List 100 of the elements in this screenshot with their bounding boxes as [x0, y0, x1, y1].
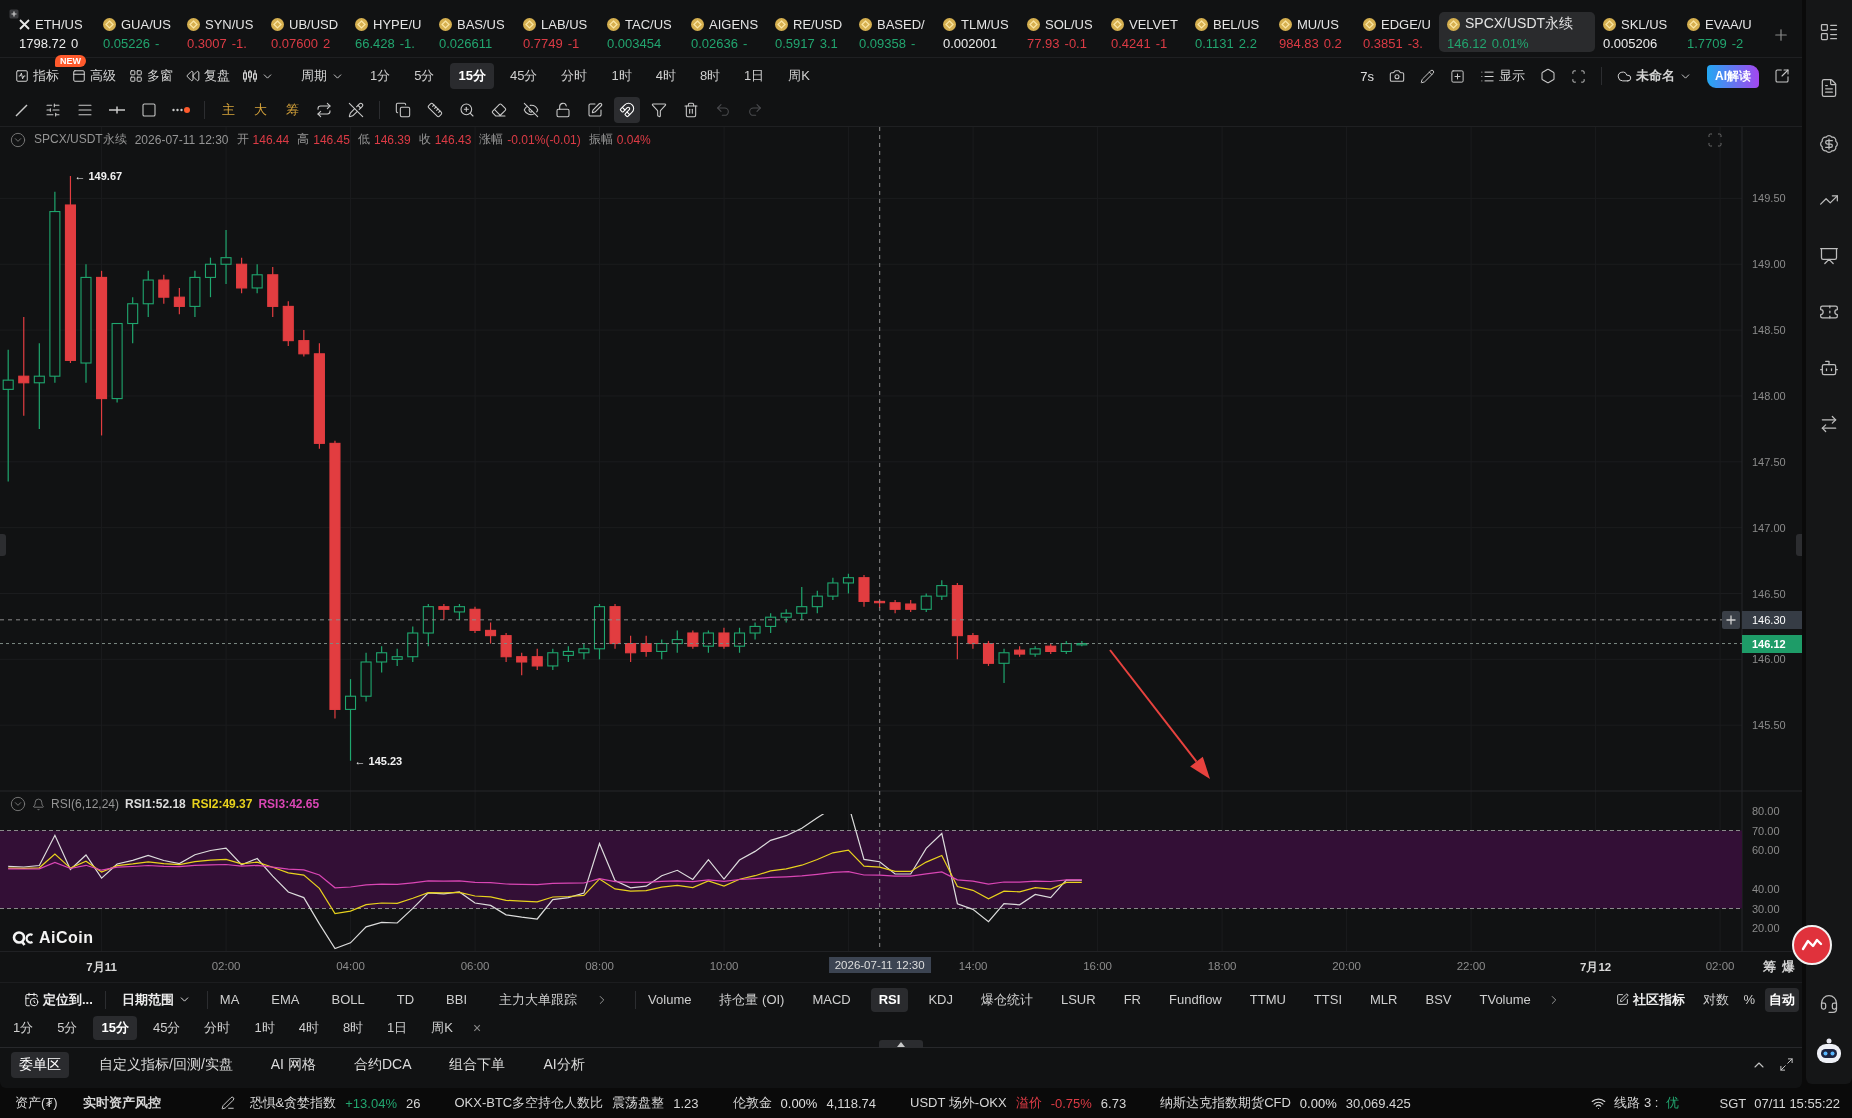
ticker-item[interactable]: TLM/US 0.002001 — [935, 12, 1019, 52]
indicator-tab[interactable]: 持仓量 (OI) — [711, 987, 793, 1012]
ticker-item[interactable]: SKL/US 0.005206 — [1595, 12, 1679, 52]
period-tab[interactable]: 15分 — [93, 1016, 137, 1040]
edit-tool-button[interactable] — [614, 97, 640, 123]
community-indicators-button[interactable]: 社区指标 — [1616, 990, 1686, 1009]
period-tab[interactable]: 周K — [423, 1016, 461, 1040]
presentation-icon[interactable] — [1819, 246, 1839, 266]
collapse-icon[interactable] — [10, 131, 26, 148]
indicator-tab[interactable]: Volume — [640, 987, 700, 1012]
ticker-item[interactable]: EDGE/U 0.3851 -3. — [1355, 12, 1439, 52]
panel-tab[interactable]: 委单区 — [11, 1052, 69, 1078]
period-tab[interactable]: 45分 — [501, 63, 546, 89]
period-tab[interactable]: 15分 — [450, 63, 494, 89]
collapse-handle[interactable] — [1796, 534, 1802, 556]
hexagon-icon[interactable] — [1540, 68, 1556, 84]
period-tab[interactable]: 分时 — [196, 1016, 239, 1040]
indicator-tab[interactable]: KDJ — [920, 987, 961, 1012]
robot-mascot-icon[interactable] — [1815, 1038, 1843, 1064]
period-tab[interactable]: 1时 — [603, 63, 640, 89]
panel-tab[interactable]: 合约DCA — [345, 1052, 420, 1078]
indicator-tab[interactable]: LSUR — [1052, 987, 1104, 1012]
period-tab[interactable]: 45分 — [144, 1016, 189, 1040]
indicator-tab[interactable]: TTSI — [1305, 987, 1351, 1012]
period-tab[interactable]: 1分 — [5, 1016, 42, 1040]
ticker-item[interactable]: SPCX/USDT永续 146.12 0.01% — [1439, 12, 1595, 52]
ticker-item[interactable]: TAC/US 0.003454 — [599, 12, 683, 52]
period-tab[interactable]: 1日 — [736, 63, 773, 89]
square-plus-icon[interactable] — [1450, 68, 1465, 84]
ai-interpret-button[interactable]: AI解读 — [1707, 64, 1759, 88]
panel-tab[interactable]: 自定义指标/回测/实盘 — [91, 1052, 241, 1078]
period-tab[interactable]: 1日 — [379, 1016, 416, 1040]
indicator-tab[interactable]: MA — [211, 987, 248, 1012]
period-tab[interactable]: 5分 — [49, 1016, 86, 1040]
expand-icon[interactable] — [1779, 1057, 1794, 1072]
plus-icon[interactable] — [1722, 610, 1740, 629]
period-tab[interactable]: 周K — [780, 63, 818, 89]
ticker-item[interactable]: BEL/US 0.1131 2.2 — [1187, 12, 1271, 52]
share-icon[interactable] — [1774, 68, 1790, 84]
indicator-tab[interactable]: TD — [388, 987, 423, 1012]
headset-icon[interactable] — [1819, 994, 1839, 1014]
camera-icon[interactable] — [1389, 68, 1405, 84]
fullscreen-icon[interactable] — [1571, 68, 1586, 84]
scale-option[interactable]: 对数 — [1699, 987, 1734, 1012]
bell-icon[interactable] — [32, 797, 45, 811]
advanced-button[interactable]: 高级 — [72, 64, 116, 88]
indicator-tab[interactable]: BSV — [1417, 987, 1460, 1012]
collapse-handle[interactable] — [879, 1040, 923, 1048]
indicator-tab[interactable]: TVolume — [1471, 987, 1539, 1012]
ticker-item[interactable]: BAS/US 0.026611 — [431, 12, 515, 52]
indicator-tab[interactable]: MACD — [804, 987, 859, 1012]
period-tab[interactable]: 分时 — [553, 63, 596, 89]
ticker-item[interactable]: LAB/US 0.7749 -1 — [515, 12, 599, 52]
replay-button[interactable]: 复盘 — [186, 64, 230, 88]
date-range-button[interactable]: 日期范围 — [121, 990, 191, 1009]
indicator-tab[interactable]: EMA — [263, 987, 308, 1012]
locate-button[interactable]: 定位到... — [24, 990, 93, 1009]
scale-option[interactable]: % — [1739, 987, 1759, 1012]
panel-tab[interactable]: 组合下单 — [441, 1052, 514, 1078]
indicator-tab[interactable]: RSI — [870, 987, 909, 1012]
scale-option[interactable]: 自动 — [1765, 987, 1799, 1012]
ticker-item[interactable]: BASED/ 0.09358 - — [851, 12, 935, 52]
indicator-tab[interactable]: BBI — [438, 987, 476, 1012]
indicator-tab[interactable]: 主力大单跟踪 — [491, 987, 586, 1012]
ticker-item[interactable]: MU/US 984.83 0.2 — [1271, 12, 1355, 52]
period-tab[interactable]: 1时 — [246, 1016, 283, 1040]
period-menu-button[interactable]: 周期 — [301, 64, 344, 88]
indicators-button[interactable]: 指标 — [15, 64, 59, 88]
ticker-item[interactable]: ETH/US 1798.72 0 — [11, 12, 95, 52]
indicator-tab[interactable]: BOLL — [323, 987, 373, 1012]
collapse-icon[interactable] — [10, 796, 26, 812]
indicator-tab[interactable]: FR — [1115, 987, 1149, 1012]
overlay-toggle-button[interactable]: 大 — [247, 97, 273, 123]
period-tab[interactable]: 8时 — [691, 63, 729, 89]
ticker-item[interactable]: AIGENS 0.02636 - — [683, 12, 767, 52]
list-icon[interactable] — [1819, 22, 1839, 42]
ticker-item[interactable]: VELVET 0.4241 -1 — [1103, 12, 1187, 52]
ticker-item[interactable]: GUA/US 0.05226 - — [95, 12, 179, 52]
period-tab[interactable]: 8时 — [334, 1016, 372, 1040]
indicator-tab[interactable]: MLR — [1362, 987, 1406, 1012]
period-tab[interactable]: 4时 — [290, 1016, 327, 1040]
plus-square-icon[interactable] — [9, 9, 19, 19]
period-tab[interactable]: 1分 — [362, 63, 399, 89]
period-tab[interactable]: 5分 — [406, 63, 443, 89]
indicator-tab[interactable]: 爆仓统计 — [972, 987, 1041, 1012]
display-button[interactable]: 显示 — [1480, 64, 1525, 88]
panel-tab[interactable]: AI分析 — [535, 1052, 593, 1078]
ticker-item[interactable]: HYPE/U 66.428 -1. — [347, 12, 431, 52]
indicator-tab[interactable]: TTMU — [1241, 987, 1294, 1012]
document-icon[interactable] — [1819, 78, 1839, 98]
multi-window-button[interactable]: 多窗 — [129, 64, 173, 88]
indicator-tab[interactable]: Fundflow — [1161, 987, 1230, 1012]
robot-icon[interactable] — [1819, 358, 1839, 378]
axis-toggle[interactable]: 爆 — [1782, 958, 1795, 976]
pen-icon[interactable] — [220, 1096, 235, 1110]
panel-tab[interactable]: AI 网格 — [262, 1052, 324, 1078]
ticker-item[interactable]: SYN/US 0.3007 -1. — [179, 12, 263, 52]
close-button[interactable]: × — [469, 1020, 486, 1036]
pencil-icon[interactable] — [1420, 68, 1435, 84]
ticker-item[interactable]: UB/USD 0.07600 2 — [263, 12, 347, 52]
